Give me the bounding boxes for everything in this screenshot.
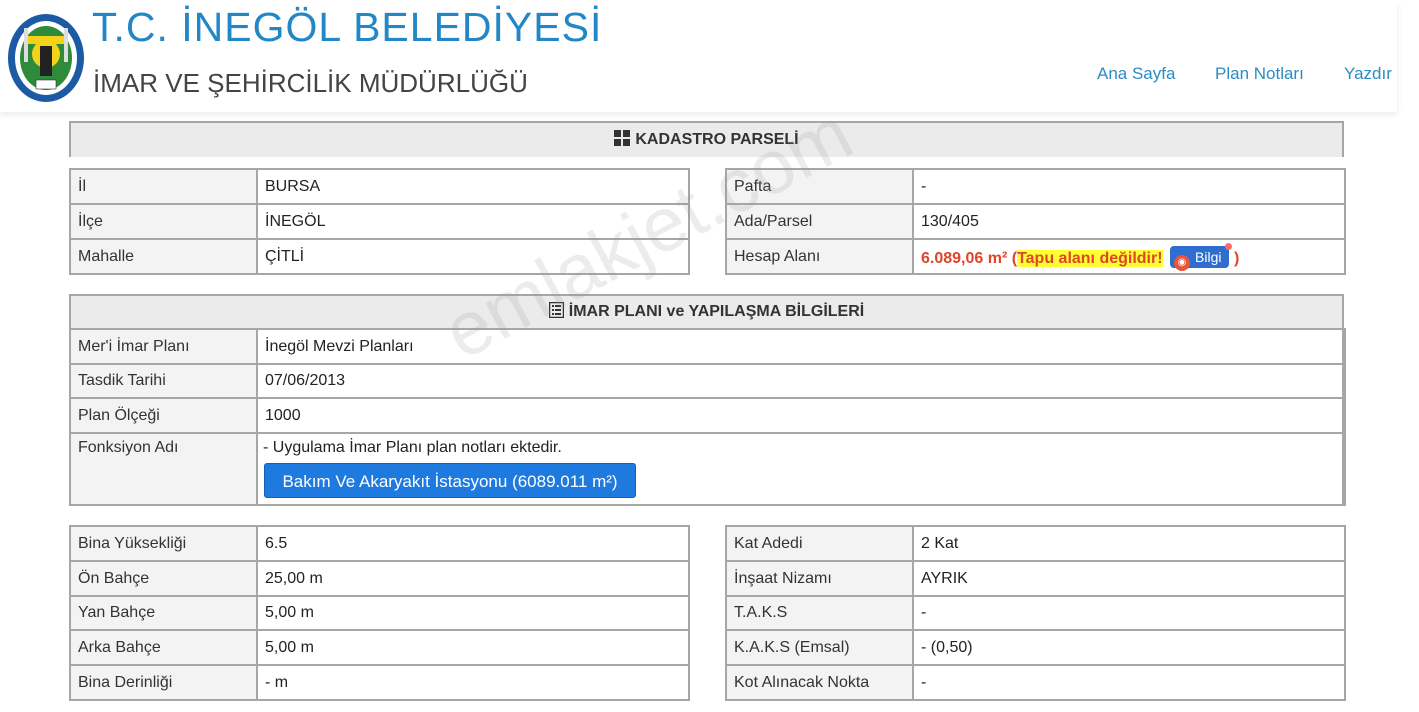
imar-table: Mer'i İmar Planı İnegöl Mevzi Planları T… <box>69 328 1346 506</box>
close-paren: ) <box>1233 249 1240 267</box>
ada-parsel-label: Ada/Parsel <box>725 203 914 240</box>
table-row: Yan Bahçe 5,00 m <box>69 595 690 631</box>
grid-icon <box>614 125 631 159</box>
list-icon <box>548 298 565 330</box>
nav-home-link[interactable]: Ana Sayfa <box>1097 64 1175 84</box>
ilce-label: İlçe <box>69 203 258 240</box>
table-row: Pafta - <box>725 168 1346 205</box>
mahalle-value: ÇİTLİ <box>256 238 690 275</box>
page-header: T.C. İNEGÖL BELEDİYESİ İMAR VE ŞEHİRCİLİ… <box>0 0 1397 112</box>
table-row: Arka Bahçe 5,00 m <box>69 629 690 666</box>
ilce-value: İNEGÖL <box>256 203 690 240</box>
table-row: Bina Derinliği - m <box>69 664 690 701</box>
kaks-label: K.A.K.S (Emsal) <box>725 629 914 666</box>
yapilasma-right-table: Kat Adedi 2 Kat İnşaat Nizamı AYRIK T.A.… <box>725 525 1346 701</box>
kadastro-title: KADASTRO PARSELİ <box>635 131 799 148</box>
table-row: Kot Alınacak Nokta - <box>725 664 1346 701</box>
table-row: Ada/Parsel 130/405 <box>725 203 1346 240</box>
taks-value: - <box>912 595 1346 631</box>
info-button[interactable]: ◉ Bilgi <box>1170 242 1233 271</box>
yan-bahce-value: 5,00 m <box>256 595 690 631</box>
kat-adedi-value: 2 Kat <box>912 525 1346 562</box>
hesap-alani-label: Hesap Alanı <box>725 238 914 275</box>
kadastro-left-table: İl BURSA İlçe İNEGÖL Mahalle ÇİTLİ <box>69 168 690 275</box>
arka-bahce-value: 5,00 m <box>256 629 690 666</box>
table-row: Kat Adedi 2 Kat <box>725 525 1346 562</box>
mahalle-label: Mahalle <box>69 238 258 275</box>
bina-derinligi-value: - m <box>256 664 690 701</box>
taks-label: T.A.K.S <box>725 595 914 631</box>
table-row: K.A.K.S (Emsal) - (0,50) <box>725 629 1346 666</box>
kadastro-panel-header: KADASTRO PARSELİ <box>71 123 1342 157</box>
meri-imar-plani-label: Mer'i İmar Planı <box>69 328 258 365</box>
imar-panel-header: İMAR PLANI ve YAPILAŞMA BİLGİLERİ <box>71 296 1342 330</box>
nav-plan-notes-link[interactable]: Plan Notları <box>1215 64 1304 84</box>
arka-bahce-label: Arka Bahçe <box>69 629 258 666</box>
kot-alinacak-nokta-value: - <box>912 664 1346 701</box>
bina-derinligi-label: Bina Derinliği <box>69 664 258 701</box>
table-row: Mahalle ÇİTLİ <box>69 238 690 275</box>
kot-alinacak-nokta-label: Kot Alınacak Nokta <box>725 664 914 701</box>
hesap-alani-cell: 6.089,06 m² (Tapu alanı değildir! ◉ Bilgi… <box>912 238 1346 275</box>
kaks-value: - (0,50) <box>912 629 1346 666</box>
table-row: Bina Yüksekliği 6.5 <box>69 525 690 562</box>
fonksiyon-adi-label: Fonksiyon Adı <box>69 432 258 506</box>
tapu-warning: Tapu alanı değildir! <box>1017 249 1163 267</box>
notification-dot-icon <box>1225 242 1233 250</box>
table-row: Ön Bahçe 25,00 m <box>69 560 690 597</box>
ada-parsel-value: 130/405 <box>912 203 1346 240</box>
imar-title: İMAR PLANI ve YAPILAŞMA BİLGİLERİ <box>568 303 865 320</box>
plan-olcegi-value: 1000 <box>256 397 1346 434</box>
table-row: İnşaat Nizamı AYRIK <box>725 560 1346 597</box>
insaat-nizami-label: İnşaat Nizamı <box>725 560 914 597</box>
tasdik-tarihi-label: Tasdik Tarihi <box>69 363 258 399</box>
yapilasma-left-table: Bina Yüksekliği 6.5 Ön Bahçe 25,00 m Yan… <box>69 525 690 701</box>
bina-yuksekligi-label: Bina Yüksekliği <box>69 525 258 562</box>
il-label: İl <box>69 168 258 205</box>
table-row: Hesap Alanı 6.089,06 m² (Tapu alanı deği… <box>725 238 1346 275</box>
plan-olcegi-label: Plan Ölçeği <box>69 397 258 434</box>
table-row: İlçe İNEGÖL <box>69 203 690 240</box>
pafta-value: - <box>912 168 1346 205</box>
kadastro-right-table: Pafta - Ada/Parsel 130/405 Hesap Alanı 6… <box>725 168 1346 275</box>
nav-print-link[interactable]: Yazdır <box>1344 64 1392 84</box>
info-button-label: Bilgi <box>1195 248 1222 265</box>
table-row: Mer'i İmar Planı İnegöl Mevzi Planları <box>69 328 1346 365</box>
yan-bahce-label: Yan Bahçe <box>69 595 258 631</box>
table-row: Plan Ölçeği 1000 <box>69 397 1346 434</box>
tasdik-tarihi-value: 07/06/2013 <box>256 363 1346 399</box>
insaat-nizami-value: AYRIK <box>912 560 1346 597</box>
table-row: T.A.K.S - <box>725 595 1346 631</box>
fonksiyon-button[interactable]: Bakım Ve Akaryakıt İstasyonu (6089.011 m… <box>264 463 636 498</box>
meri-imar-plani-value: İnegöl Mevzi Planları <box>256 328 1346 365</box>
table-row: İl BURSA <box>69 168 690 205</box>
kadastro-panel: KADASTRO PARSELİ <box>69 121 1344 157</box>
on-bahce-value: 25,00 m <box>256 560 690 597</box>
il-value: BURSA <box>256 168 690 205</box>
pafta-label: Pafta <box>725 168 914 205</box>
on-bahce-label: Ön Bahçe <box>69 560 258 597</box>
kat-adedi-label: Kat Adedi <box>725 525 914 562</box>
bina-yuksekligi-value: 6.5 <box>256 525 690 562</box>
municipality-logo[interactable] <box>6 6 86 104</box>
site-subtitle: İMAR VE ŞEHİRCİLİK MÜDÜRLÜĞÜ <box>93 68 528 98</box>
site-title: T.C. İNEGÖL BELEDİYESİ <box>92 4 603 50</box>
table-row: Fonksiyon Adı <box>69 432 1346 506</box>
fonksiyon-note: - Uygulama İmar Planı plan notları ekted… <box>263 439 562 456</box>
globe-icon: ◉ <box>1174 254 1191 271</box>
hesap-alani-value: 6.089,06 m² <box>921 249 1008 267</box>
table-row: Tasdik Tarihi 07/06/2013 <box>69 363 1346 399</box>
